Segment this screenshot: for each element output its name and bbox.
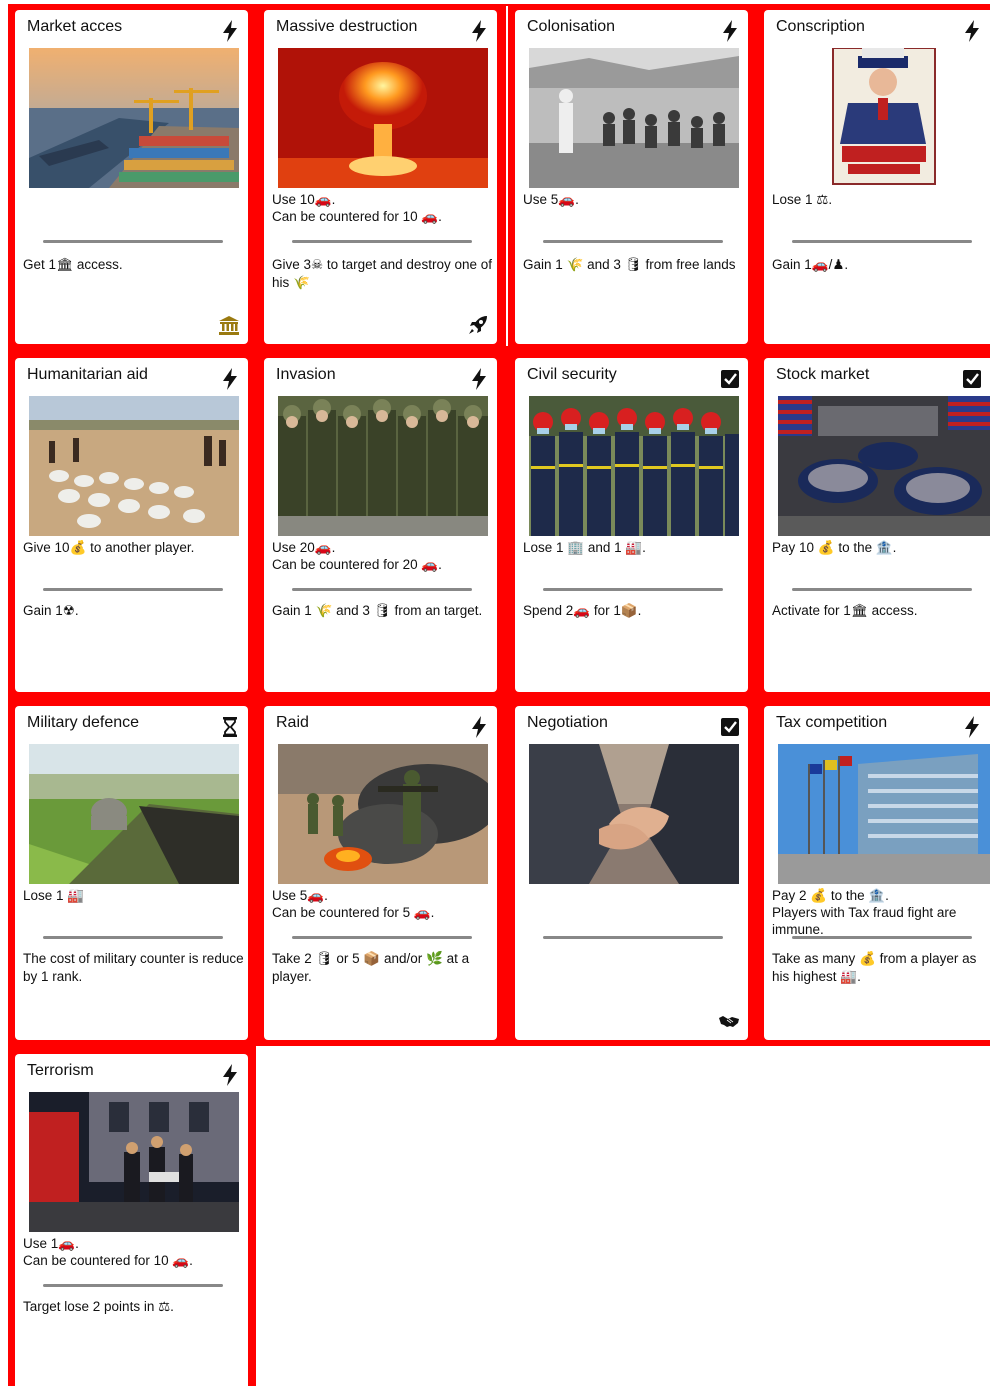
- card-title: Market acces: [27, 18, 123, 35]
- card-divider: [43, 936, 223, 939]
- lightning-icon: [962, 20, 982, 42]
- rocket-icon: [467, 314, 489, 336]
- card-divider: [43, 1284, 223, 1287]
- card-divider: [792, 588, 972, 591]
- card-cost-text: Use 20🚗. Can be countered for 20 🚗.: [272, 540, 442, 572]
- card-raid[interactable]: Raid Use 5🚗. Can be countered for 5 🚗. T…: [264, 706, 497, 1040]
- card-tax-competition[interactable]: Tax competition Pay 2 💰 to the 🏦. Player…: [764, 706, 990, 1040]
- hourglass-icon: [220, 716, 240, 738]
- card-effect-text: Give 3☠ to target and destroy one of his…: [272, 257, 492, 290]
- handshake-image: [529, 744, 739, 884]
- handshake-icon: [718, 1010, 740, 1032]
- card-humanitarian-aid[interactable]: Humanitarian aid Give 10💰 to another pla…: [15, 358, 248, 692]
- card-invasion[interactable]: Invasion Use 20🚗. Can be countered for 2…: [264, 358, 497, 692]
- nuclear-explosion-image: [278, 48, 488, 188]
- checkbox-icon: [720, 368, 740, 390]
- card-divider: [792, 936, 972, 939]
- card-cost-text: Lose 1 🏢 and 1 🏭.: [523, 540, 646, 555]
- card-effect-text: Take as many 💰 from a player as his high…: [772, 951, 977, 984]
- card-divider: [292, 240, 472, 243]
- lightning-icon: [220, 1064, 240, 1086]
- card-divider: [792, 240, 972, 243]
- stock-exchange-image: [778, 396, 990, 536]
- soldiers-march-image: [278, 396, 488, 536]
- eu-parliament-image: [778, 744, 990, 884]
- lightning-icon: [962, 716, 982, 738]
- card-effect-text: Target lose 2 points in ⚖.: [23, 1299, 174, 1314]
- checkbox-icon: [720, 716, 740, 738]
- frame-gap: [506, 6, 508, 346]
- card-divider: [543, 936, 723, 939]
- card-negotiation[interactable]: Negotiation: [515, 706, 748, 1040]
- card-military-defence[interactable]: Military defence Lose 1 🏭 The cost of mi…: [15, 706, 248, 1040]
- card-market-acces[interactable]: Market acces Get 1🏛 access.: [15, 10, 248, 344]
- card-title: Raid: [276, 714, 309, 731]
- card-effect-text: Spend 2🚗 for 1📦.: [523, 603, 642, 618]
- card-cost-text: Give 10💰 to another player.: [23, 540, 195, 555]
- card-effect-text: Gain 1🚗/♟.: [772, 257, 849, 272]
- card-title: Stock market: [776, 366, 870, 383]
- card-title: Colonisation: [527, 18, 616, 35]
- harbour-containers-image: [29, 48, 239, 188]
- card-effect-text: Get 1🏛 access.: [23, 257, 123, 272]
- card-title: Military defence: [27, 714, 140, 731]
- card-divider: [43, 588, 223, 591]
- card-title: Negotiation: [527, 714, 608, 731]
- card-divider: [292, 588, 472, 591]
- lightning-icon: [220, 368, 240, 390]
- card-divider: [543, 240, 723, 243]
- card-effect-text: Activate for 1🏛 access.: [772, 603, 918, 618]
- firefighters-image: [529, 396, 739, 536]
- lightning-icon: [469, 716, 489, 738]
- card-terrorism[interactable]: Terrorism Use 1🚗. Can be countered for 1…: [15, 1054, 248, 1394]
- card-title: Conscription: [776, 18, 865, 35]
- card-cost-text: Lose 1 🏭: [23, 888, 85, 903]
- card-civil-security[interactable]: Civil security Lose 1 🏢 and 1 🏭. Spend 2…: [515, 358, 748, 692]
- raid-soldiers-image: [278, 744, 488, 884]
- card-divider: [543, 588, 723, 591]
- card-cost-text: Pay 2 💰 to the 🏦. Players with Tax fraud…: [772, 888, 957, 937]
- night-street-attack-image: [29, 1092, 239, 1232]
- card-divider: [43, 240, 223, 243]
- card-title: Civil security: [527, 366, 617, 383]
- uncle-sam-poster-image: [778, 48, 990, 188]
- card-effect-text: Gain 1☢.: [23, 603, 79, 618]
- card-cost-text: Lose 1 ⚖.: [772, 192, 833, 207]
- lightning-icon: [720, 20, 740, 42]
- lightning-icon: [469, 20, 489, 42]
- card-title: Terrorism: [27, 1062, 94, 1079]
- card-cost-text: Use 5🚗. Can be countered for 5 🚗.: [272, 888, 435, 920]
- bank-icon: [218, 314, 240, 336]
- card-effect-text: Gain 1 🌾 and 3 🛢 from an target.: [272, 603, 483, 618]
- lightning-icon: [220, 20, 240, 42]
- card-title: Tax competition: [776, 714, 888, 731]
- card-effect-text: Gain 1 🌾 and 3 🛢 from free lands: [523, 257, 736, 272]
- bunker-image: [29, 744, 239, 884]
- card-cost-text: Use 1🚗. Can be countered for 10 🚗.: [23, 1236, 193, 1268]
- card-cost-text: Use 5🚗.: [523, 192, 579, 207]
- checkbox-icon: [962, 368, 982, 390]
- card-title: Humanitarian aid: [27, 366, 148, 383]
- card-cost-text: Pay 10 💰 to the 🏦.: [772, 540, 897, 555]
- aid-sacks-image: [29, 396, 239, 536]
- card-title: Massive destruction: [276, 18, 418, 35]
- card-conscription[interactable]: Conscription Lose 1 ⚖. Gain 1🚗/♟.: [764, 10, 990, 344]
- lightning-icon: [469, 368, 489, 390]
- card-cost-text: Use 10🚗. Can be countered for 10 🚗.: [272, 192, 442, 224]
- card-effect-text: Take 2 🛢 or 5 📦 and/or 🌿 at a player.: [272, 951, 470, 984]
- card-divider: [292, 936, 472, 939]
- colonial-photo-image: [529, 48, 739, 188]
- card-stock-market[interactable]: Stock market Pay 10 💰 to the 🏦. Activate…: [764, 358, 990, 692]
- card-colonisation[interactable]: Colonisation Use 5🚗. Gain 1 🌾 and 3 🛢 fr…: [515, 10, 748, 344]
- card-effect-text: The cost of military counter is reduce b…: [23, 951, 244, 984]
- card-massive-destruction[interactable]: Massive destruction Use 10🚗. Can be coun…: [264, 10, 497, 344]
- card-title: Invasion: [276, 366, 336, 383]
